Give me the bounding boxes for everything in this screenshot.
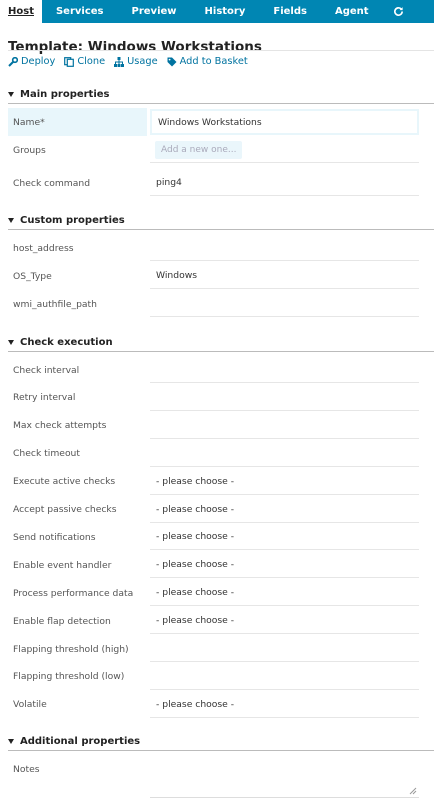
field-label: Notes <box>13 763 40 775</box>
section-label: Additional properties <box>20 735 141 747</box>
execute-active-checks-select[interactable]: - please choose - <box>150 469 419 495</box>
flapping-threshold-high-input[interactable] <box>150 636 419 662</box>
os-type-input[interactable]: Windows <box>150 263 419 289</box>
field-label: Execute active checks <box>13 476 116 488</box>
clone-label: Clone <box>77 56 106 67</box>
row-accept-passive-checks: Accept passive checks - please choose - <box>8 496 419 524</box>
volatile-select[interactable]: - please choose - <box>150 692 419 718</box>
row-host-address: host_address <box>8 234 419 262</box>
tab-services[interactable]: Services <box>42 0 118 23</box>
row-execute-active-checks: Execute active checks - please choose - <box>8 468 419 496</box>
field-label: Flapping threshold (low) <box>13 671 125 683</box>
field-label: Flapping threshold (high) <box>13 643 129 655</box>
copy-icon <box>64 56 75 67</box>
field-label: Max check attempts <box>13 420 107 432</box>
row-volatile: Volatile - please choose - <box>8 691 419 719</box>
notes-textarea[interactable] <box>150 757 419 798</box>
add-to-basket-button[interactable]: Add to Basket <box>167 56 248 67</box>
deploy-button[interactable]: Deploy <box>8 56 55 67</box>
tab-fields[interactable]: Fields <box>259 0 321 23</box>
host-address-input[interactable] <box>150 235 419 261</box>
caret-down-icon <box>8 91 14 97</box>
field-label: Groups <box>13 144 46 156</box>
row-name: Name* Windows Workstations <box>8 108 419 136</box>
caret-down-icon <box>8 738 14 744</box>
flapping-threshold-low-input[interactable] <box>150 664 419 690</box>
enable-flap-detection-select[interactable]: - please choose - <box>150 608 419 635</box>
field-label: host_address <box>13 242 74 254</box>
row-enable-event-handler: Enable event handler - please choose - <box>8 551 419 579</box>
wmi-authfile-path-input[interactable] <box>150 291 419 317</box>
check-interval-input[interactable] <box>150 357 419 383</box>
row-wmi-authfile-path: wmi_authfile_path <box>8 290 419 318</box>
field-label: Volatile <box>13 699 47 711</box>
row-enable-flap-detection: Enable flap detection - please choose - <box>8 607 419 635</box>
field-label: Check command <box>13 177 91 189</box>
send-notifications-select[interactable]: - please choose - <box>150 524 419 551</box>
caret-down-icon <box>8 339 14 345</box>
deploy-label: Deploy <box>21 56 56 67</box>
process-performance-data-select[interactable]: - please choose - <box>150 580 419 607</box>
tab-agent[interactable]: Agent <box>321 0 383 23</box>
tab-history[interactable]: History <box>191 0 260 23</box>
section-label: Main properties <box>20 88 110 100</box>
field-label: wmi_authfile_path <box>13 298 97 310</box>
field-label: Enable flap detection <box>13 615 111 627</box>
tag-icon <box>167 57 177 66</box>
row-check-command: Check command ping4 <box>8 169 419 197</box>
title-divider <box>8 50 434 51</box>
retry-interval-input[interactable] <box>150 385 419 411</box>
resize-handle-icon[interactable] <box>409 787 417 795</box>
accept-passive-checks-select[interactable]: - please choose - <box>150 497 419 523</box>
caret-down-icon <box>8 217 14 223</box>
row-retry-interval: Retry interval <box>8 384 419 412</box>
section-main-properties[interactable]: Main properties <box>8 85 434 104</box>
row-max-check-attempts: Max check attempts <box>8 412 419 440</box>
row-check-timeout: Check timeout <box>8 440 419 468</box>
groups-input[interactable]: Add a new one... <box>155 140 243 159</box>
section-label: Check execution <box>20 336 113 348</box>
page-title: Template: Windows Workstations <box>8 39 262 55</box>
row-process-performance-data: Process performance data - please choose … <box>8 579 419 607</box>
section-check-execution[interactable]: Check execution <box>8 333 434 352</box>
usage-button[interactable]: Usage <box>114 56 158 67</box>
action-bar: Deploy Clone Usage Add to Basket <box>8 56 248 67</box>
usage-label: Usage <box>127 56 158 67</box>
row-groups: Groups Add a new one... <box>8 136 419 164</box>
field-label: Check timeout <box>13 448 80 460</box>
name-input[interactable]: Windows Workstations <box>150 109 419 135</box>
field-label: Name* <box>8 108 147 136</box>
field-label: Retry interval <box>13 392 76 404</box>
wrench-icon <box>8 56 18 67</box>
row-os-type: OS_Type Windows <box>8 262 419 290</box>
refresh-icon[interactable] <box>383 0 414 23</box>
sitemap-icon <box>114 56 125 67</box>
tab-host[interactable]: Host <box>0 0 42 23</box>
tab-bar: Host Services Preview History Fields Age… <box>0 0 434 23</box>
add-to-basket-label: Add to Basket <box>179 56 248 67</box>
field-label: OS_Type <box>13 270 52 282</box>
field-label: Check interval <box>13 364 80 376</box>
field-label: Accept passive checks <box>13 504 117 515</box>
clone-button[interactable]: Clone <box>64 56 105 67</box>
check-timeout-input[interactable] <box>150 441 419 467</box>
field-label: Process performance data <box>13 587 134 599</box>
groups-field: Add a new one... <box>150 137 419 163</box>
row-send-notifications: Send notifications - please choose - <box>8 523 419 551</box>
max-check-attempts-input[interactable] <box>150 413 419 439</box>
section-additional-properties[interactable]: Additional properties <box>8 732 434 751</box>
row-flapping-threshold-low: Flapping threshold (low) <box>8 663 419 691</box>
section-label: Custom properties <box>20 214 125 226</box>
section-custom-properties[interactable]: Custom properties <box>8 211 434 230</box>
tab-preview[interactable]: Preview <box>118 0 191 23</box>
check-command-input[interactable]: ping4 <box>150 170 419 196</box>
row-check-interval: Check interval <box>8 356 419 384</box>
field-label: Enable event handler <box>13 559 112 571</box>
enable-event-handler-select[interactable]: - please choose - <box>150 552 419 579</box>
row-flapping-threshold-high: Flapping threshold (high) <box>8 635 419 663</box>
field-label: Send notifications <box>13 531 96 543</box>
